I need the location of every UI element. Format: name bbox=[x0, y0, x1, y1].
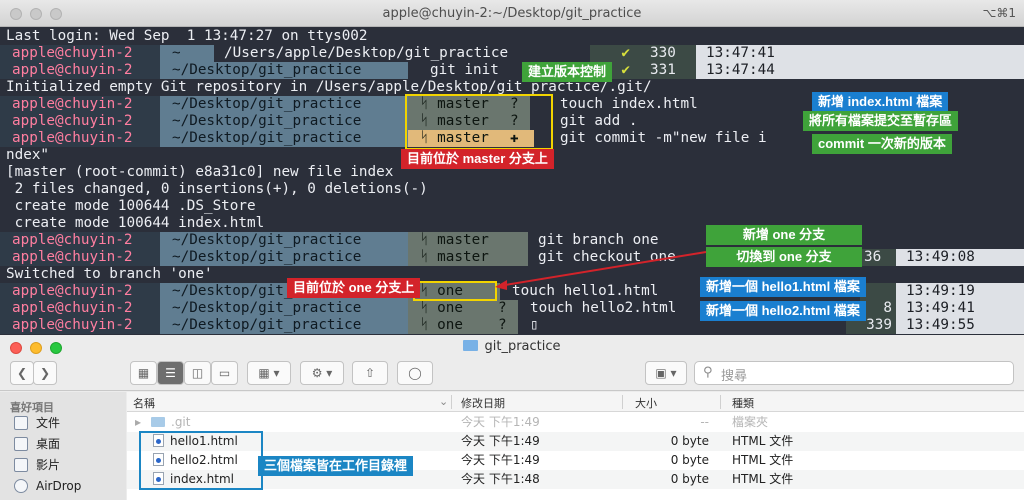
annotation-arrow bbox=[495, 251, 707, 290]
finder-window[interactable]: git_practice ❮ ❯ ▦ ☰ ◫ ▭ ▦ ▾ ⚙ ▾ ⇧ ◯ ▣ ▾… bbox=[0, 335, 1024, 500]
group-button[interactable]: ▦ ▾ bbox=[247, 361, 291, 385]
table-row[interactable]: ▸ .git 今天 下午1:49 -- 檔案夾 bbox=[127, 413, 1024, 432]
icon-view-button[interactable]: ▦ bbox=[130, 361, 157, 385]
gear-icon[interactable]: ⚙ ▾ bbox=[300, 361, 344, 385]
close-button[interactable] bbox=[10, 342, 22, 354]
back-button[interactable]: ❮ bbox=[10, 361, 34, 385]
window-shortcut: ⌥⌘1 bbox=[982, 6, 1016, 20]
film-icon bbox=[14, 458, 28, 472]
desktop-icon bbox=[14, 437, 28, 451]
search-icon: ⚲ bbox=[703, 365, 713, 380]
share-icon[interactable]: ⇧ bbox=[352, 361, 388, 385]
working-dir-highlight bbox=[139, 431, 263, 490]
list-view-button[interactable]: ☰ bbox=[157, 361, 184, 385]
search-field[interactable]: ⚲ 搜尋 bbox=[694, 361, 1014, 385]
zoom-button[interactable] bbox=[50, 342, 62, 354]
preview-button[interactable]: ▣ ▾ bbox=[645, 361, 687, 385]
finder-sidebar: 喜好項目 文件 桌面 影片 AirDrop bbox=[0, 392, 126, 500]
column-view-button[interactable]: ◫ bbox=[184, 361, 211, 385]
sidebar-item-movies[interactable]: 影片 bbox=[14, 455, 60, 475]
terminal-output[interactable]: Last login: Wed Sep 1 13:47:27 on ttys00… bbox=[0, 27, 1024, 335]
terminal-window[interactable]: apple@chuyin-2:~/Desktop/git_practice ⌥⌘… bbox=[0, 0, 1024, 335]
gallery-view-button[interactable]: ▭ bbox=[211, 361, 238, 385]
disclosure-triangle-icon[interactable]: ▸ bbox=[135, 413, 141, 432]
terminal-title: apple@chuyin-2:~/Desktop/git_practice bbox=[382, 6, 642, 21]
column-date[interactable]: 修改日期 bbox=[461, 395, 505, 411]
forward-button[interactable]: ❯ bbox=[33, 361, 57, 385]
annotation-working-dir: 三個檔案皆在工作目錄裡 bbox=[258, 456, 414, 476]
column-header: 名稱 ⌄ 修改日期 大小 種類 bbox=[127, 392, 1024, 412]
sidebar-item-airdrop[interactable]: AirDrop bbox=[14, 476, 81, 496]
finder-titlebar[interactable]: git_practice bbox=[0, 335, 1024, 357]
finder-title: git_practice bbox=[484, 339, 561, 354]
finder-toolbar: ❮ ❯ ▦ ☰ ◫ ▭ ▦ ▾ ⚙ ▾ ⇧ ◯ ▣ ▾ ⚲ 搜尋 bbox=[0, 357, 1024, 391]
column-kind[interactable]: 種類 bbox=[732, 395, 754, 411]
column-name[interactable]: 名稱 bbox=[133, 395, 155, 411]
minimize-button[interactable] bbox=[30, 342, 42, 354]
folder-icon bbox=[463, 340, 479, 351]
tag-icon[interactable]: ◯ bbox=[397, 361, 433, 385]
document-icon bbox=[14, 416, 28, 430]
folder-icon bbox=[151, 417, 165, 427]
airdrop-icon bbox=[14, 479, 28, 493]
terminal-titlebar[interactable]: apple@chuyin-2:~/Desktop/git_practice ⌥⌘… bbox=[0, 0, 1024, 27]
sort-indicator-icon: ⌄ bbox=[439, 395, 449, 408]
sidebar-item-documents[interactable]: 文件 bbox=[14, 413, 60, 433]
file-list: 名稱 ⌄ 修改日期 大小 種類 ▸ .git 今天 下午1:49 -- 檔案夾 … bbox=[127, 392, 1024, 500]
column-size[interactable]: 大小 bbox=[635, 395, 657, 411]
sidebar-item-desktop[interactable]: 桌面 bbox=[14, 434, 60, 454]
